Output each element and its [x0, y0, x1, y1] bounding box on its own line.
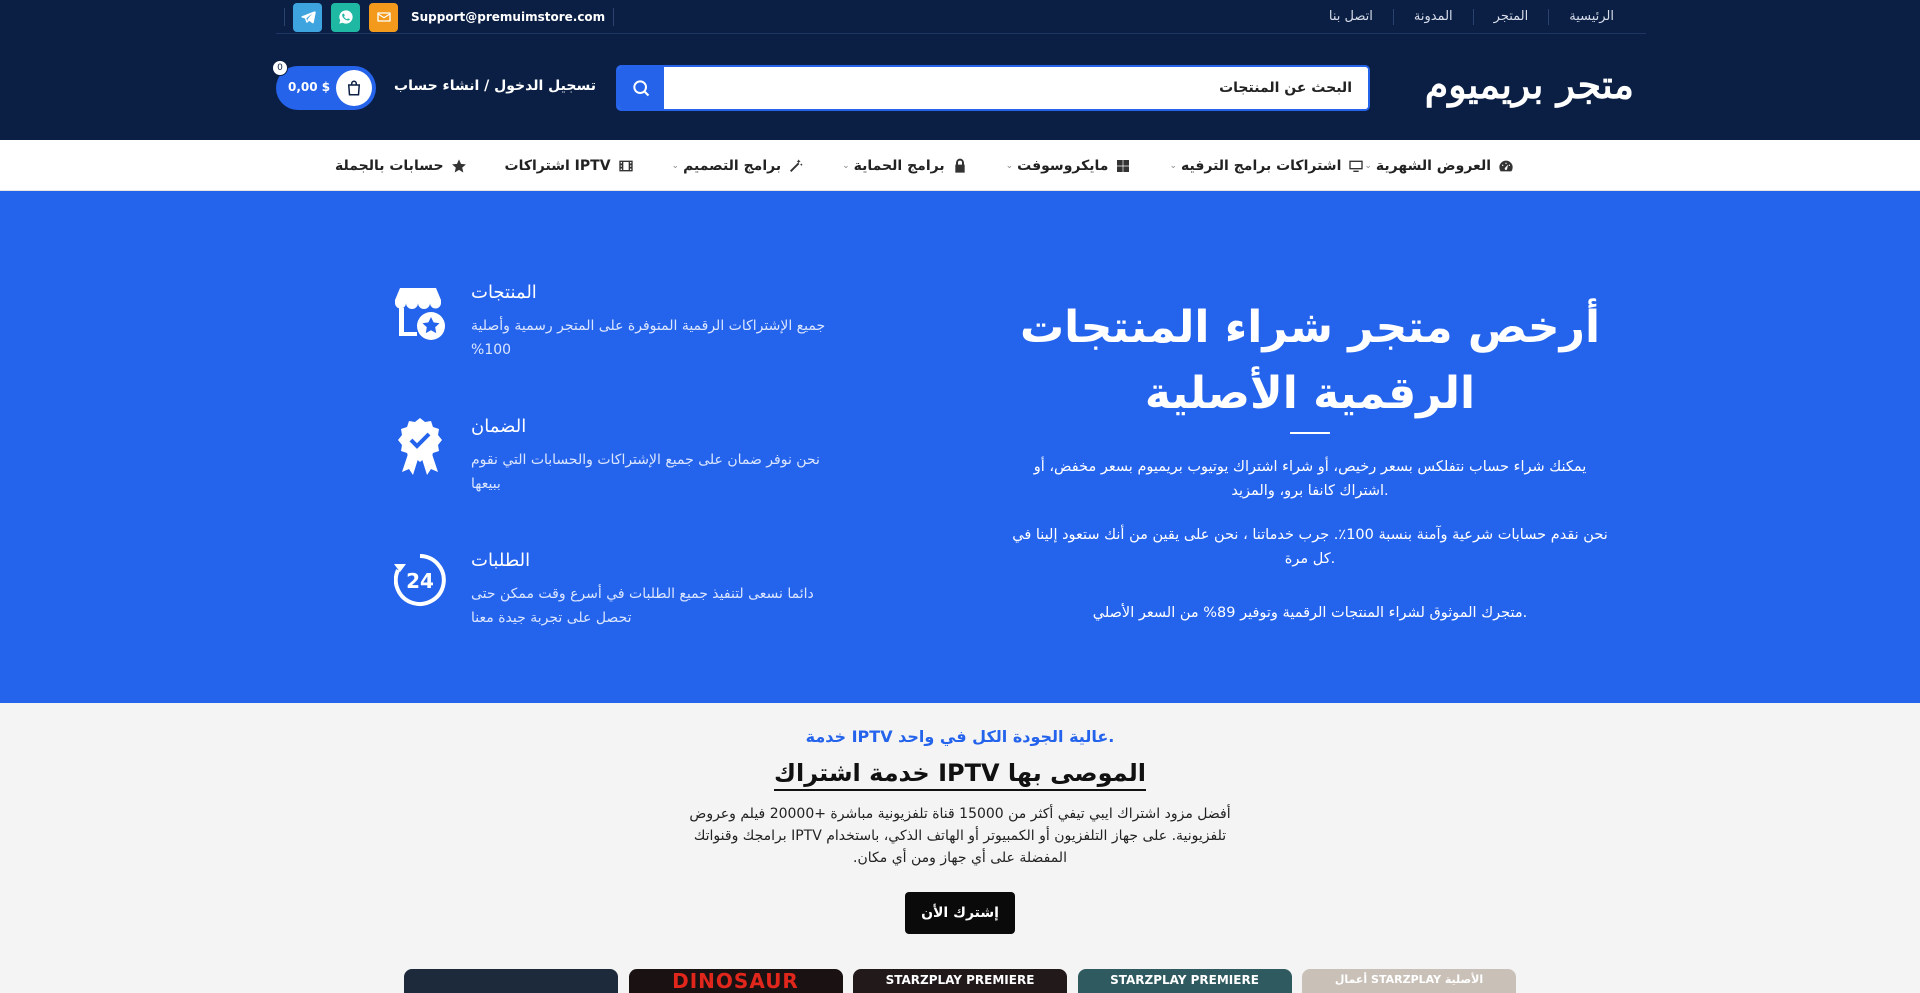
chevron-down-icon: ⌄ [842, 160, 850, 171]
magic-wand-icon [790, 158, 803, 172]
windows-icon [1117, 159, 1130, 172]
top-nav-store[interactable]: المتجر [1472, 9, 1549, 25]
site-logo[interactable]: متجر بريميوم [1425, 62, 1634, 107]
top-nav: الرئيسية المتجر المدونة اتصل بنا [1309, 0, 1634, 34]
gauge-icon [1499, 160, 1513, 171]
lock-icon [954, 158, 965, 173]
badge-check-icon [394, 416, 446, 476]
feature-guarantee: الضمان نحن نوفر ضمان على جميع الإشتراكات… [394, 416, 834, 516]
iptv-title: خدمة اشتراك IPTV الموصى بها [0, 759, 1920, 791]
subscribe-now-button[interactable]: إشترك الأن [905, 892, 1015, 934]
top-nav-blog[interactable]: المدونة [1392, 9, 1473, 25]
poster-row: DINOSAUR STARZPLAY PREMIERE STARZPLAY PR… [404, 969, 1516, 993]
chevron-down-icon: ⌄ [1169, 160, 1177, 171]
feature-title: الضمان [471, 416, 527, 437]
category-microsoft[interactable]: مايكروسوفت ⌄ [1006, 158, 1132, 174]
svg-text:24: 24 [406, 569, 434, 593]
search-button[interactable] [618, 67, 664, 109]
poster-card[interactable]: STARZPLAY PREMIERE [1077, 969, 1292, 993]
category-nav: العروض الشهرية ⌄ اشتراكات برامج الترفيه … [0, 140, 1920, 191]
top-nav-contact[interactable]: اتصل بنا [1309, 9, 1393, 25]
monitor-icon [1349, 160, 1364, 172]
top-bar-contacts: Support@premuimstore.com [276, 0, 622, 34]
hero-divider [1290, 432, 1330, 434]
cart-total: 0,00 $ [288, 80, 331, 94]
category-entertainment-subscriptions[interactable]: اشتراكات برامج الترفيه ⌄ [1169, 158, 1364, 174]
support-email[interactable]: Support@premuimstore.com [411, 10, 605, 24]
cart-button[interactable]: 0,00 $ 0 [272, 60, 376, 110]
search-bar [616, 65, 1370, 111]
feature-products: المنتجات جميع الإشتراكات الرقمية المتوفر… [394, 282, 834, 382]
clock-24-icon: 24 [393, 550, 446, 610]
category-iptv-subscriptions[interactable]: اشتراكات IPTV [505, 158, 634, 174]
hero-paragraph-1: يمكنك شراء حساب نتفلكس بسعر رخيص، أو شرا… [1033, 459, 1587, 499]
chevron-down-icon: ⌄ [1364, 160, 1372, 171]
top-nav-home[interactable]: الرئيسية [1548, 9, 1634, 25]
category-bulk-accounts[interactable]: حسابات بالجملة [335, 158, 467, 174]
chevron-down-icon: ⌄ [671, 160, 680, 171]
top-bar: Support@premuimstore.com الرئيسية المتجر… [0, 0, 1920, 34]
film-icon [618, 160, 633, 171]
category-monthly-offers[interactable]: العروض الشهرية ⌄ [1364, 158, 1514, 174]
cart-count-badge: 0 [272, 60, 288, 76]
hero-section: أرخص متجر شراء المنتجات الرقمية الأصلية … [0, 191, 1920, 703]
whatsapp-icon[interactable] [331, 2, 360, 32]
feature-title: الطلبات [471, 550, 531, 571]
poster-card[interactable]: DINOSAUR [628, 969, 843, 993]
star-icon [451, 158, 466, 172]
feature-orders: 24 الطلبات دائما نسعى لتنفيذ جميع الطلبا… [393, 550, 834, 650]
poster-card[interactable] [404, 969, 618, 993]
chevron-down-icon: ⌄ [1005, 160, 1014, 171]
iptv-section: خدمة IPTV عالية الجودة الكل في واحد. خدم… [0, 703, 1920, 993]
iptv-description: أفضل مزود اشتراك ايبي تيفي أكثر من 15000… [689, 806, 1231, 866]
hero-title: أرخص متجر شراء المنتجات الرقمية الأصلية [1019, 302, 1601, 419]
search-icon [633, 80, 650, 97]
feature-title: المنتجات [471, 282, 537, 303]
feature-description: دائما نسعى لتنفيذ جميع الطلبات في أسرع و… [471, 586, 814, 626]
feature-description: نحن نوفر ضمان على جميع الإشتراكات والحسا… [471, 452, 820, 492]
hero-paragraph-3: متجرك الموثوق لشراء المنتجات الرقمية وتو… [1092, 605, 1528, 621]
poster-card[interactable]: أعمال STARZPLAY الأصلية [1302, 969, 1516, 993]
iptv-subtitle: خدمة IPTV عالية الجودة الكل في واحد. [805, 727, 1115, 746]
store-star-icon [394, 282, 446, 342]
category-security-software[interactable]: برامج الحماية ⌄ [842, 158, 967, 174]
mail-icon[interactable] [369, 2, 398, 32]
hero-paragraph-2: نحن نقدم حسابات شرعية وآمنة بنسبة 100٪. … [1012, 527, 1608, 567]
search-input[interactable] [662, 67, 1368, 109]
category-design-software[interactable]: برامج التصميم ⌄ [672, 158, 805, 174]
poster-card[interactable]: STARZPLAY PREMIERE [853, 969, 1067, 993]
site-header: متجر بريميوم تسجيل الدخول / انشاء حساب 0… [0, 34, 1920, 140]
telegram-icon[interactable] [293, 2, 322, 32]
feature-description: جميع الإشتراكات الرقمية المتوفرة على الم… [471, 318, 826, 358]
login-register-link[interactable]: تسجيل الدخول / انشاء حساب [394, 78, 596, 94]
shopping-bag-icon [336, 70, 372, 106]
